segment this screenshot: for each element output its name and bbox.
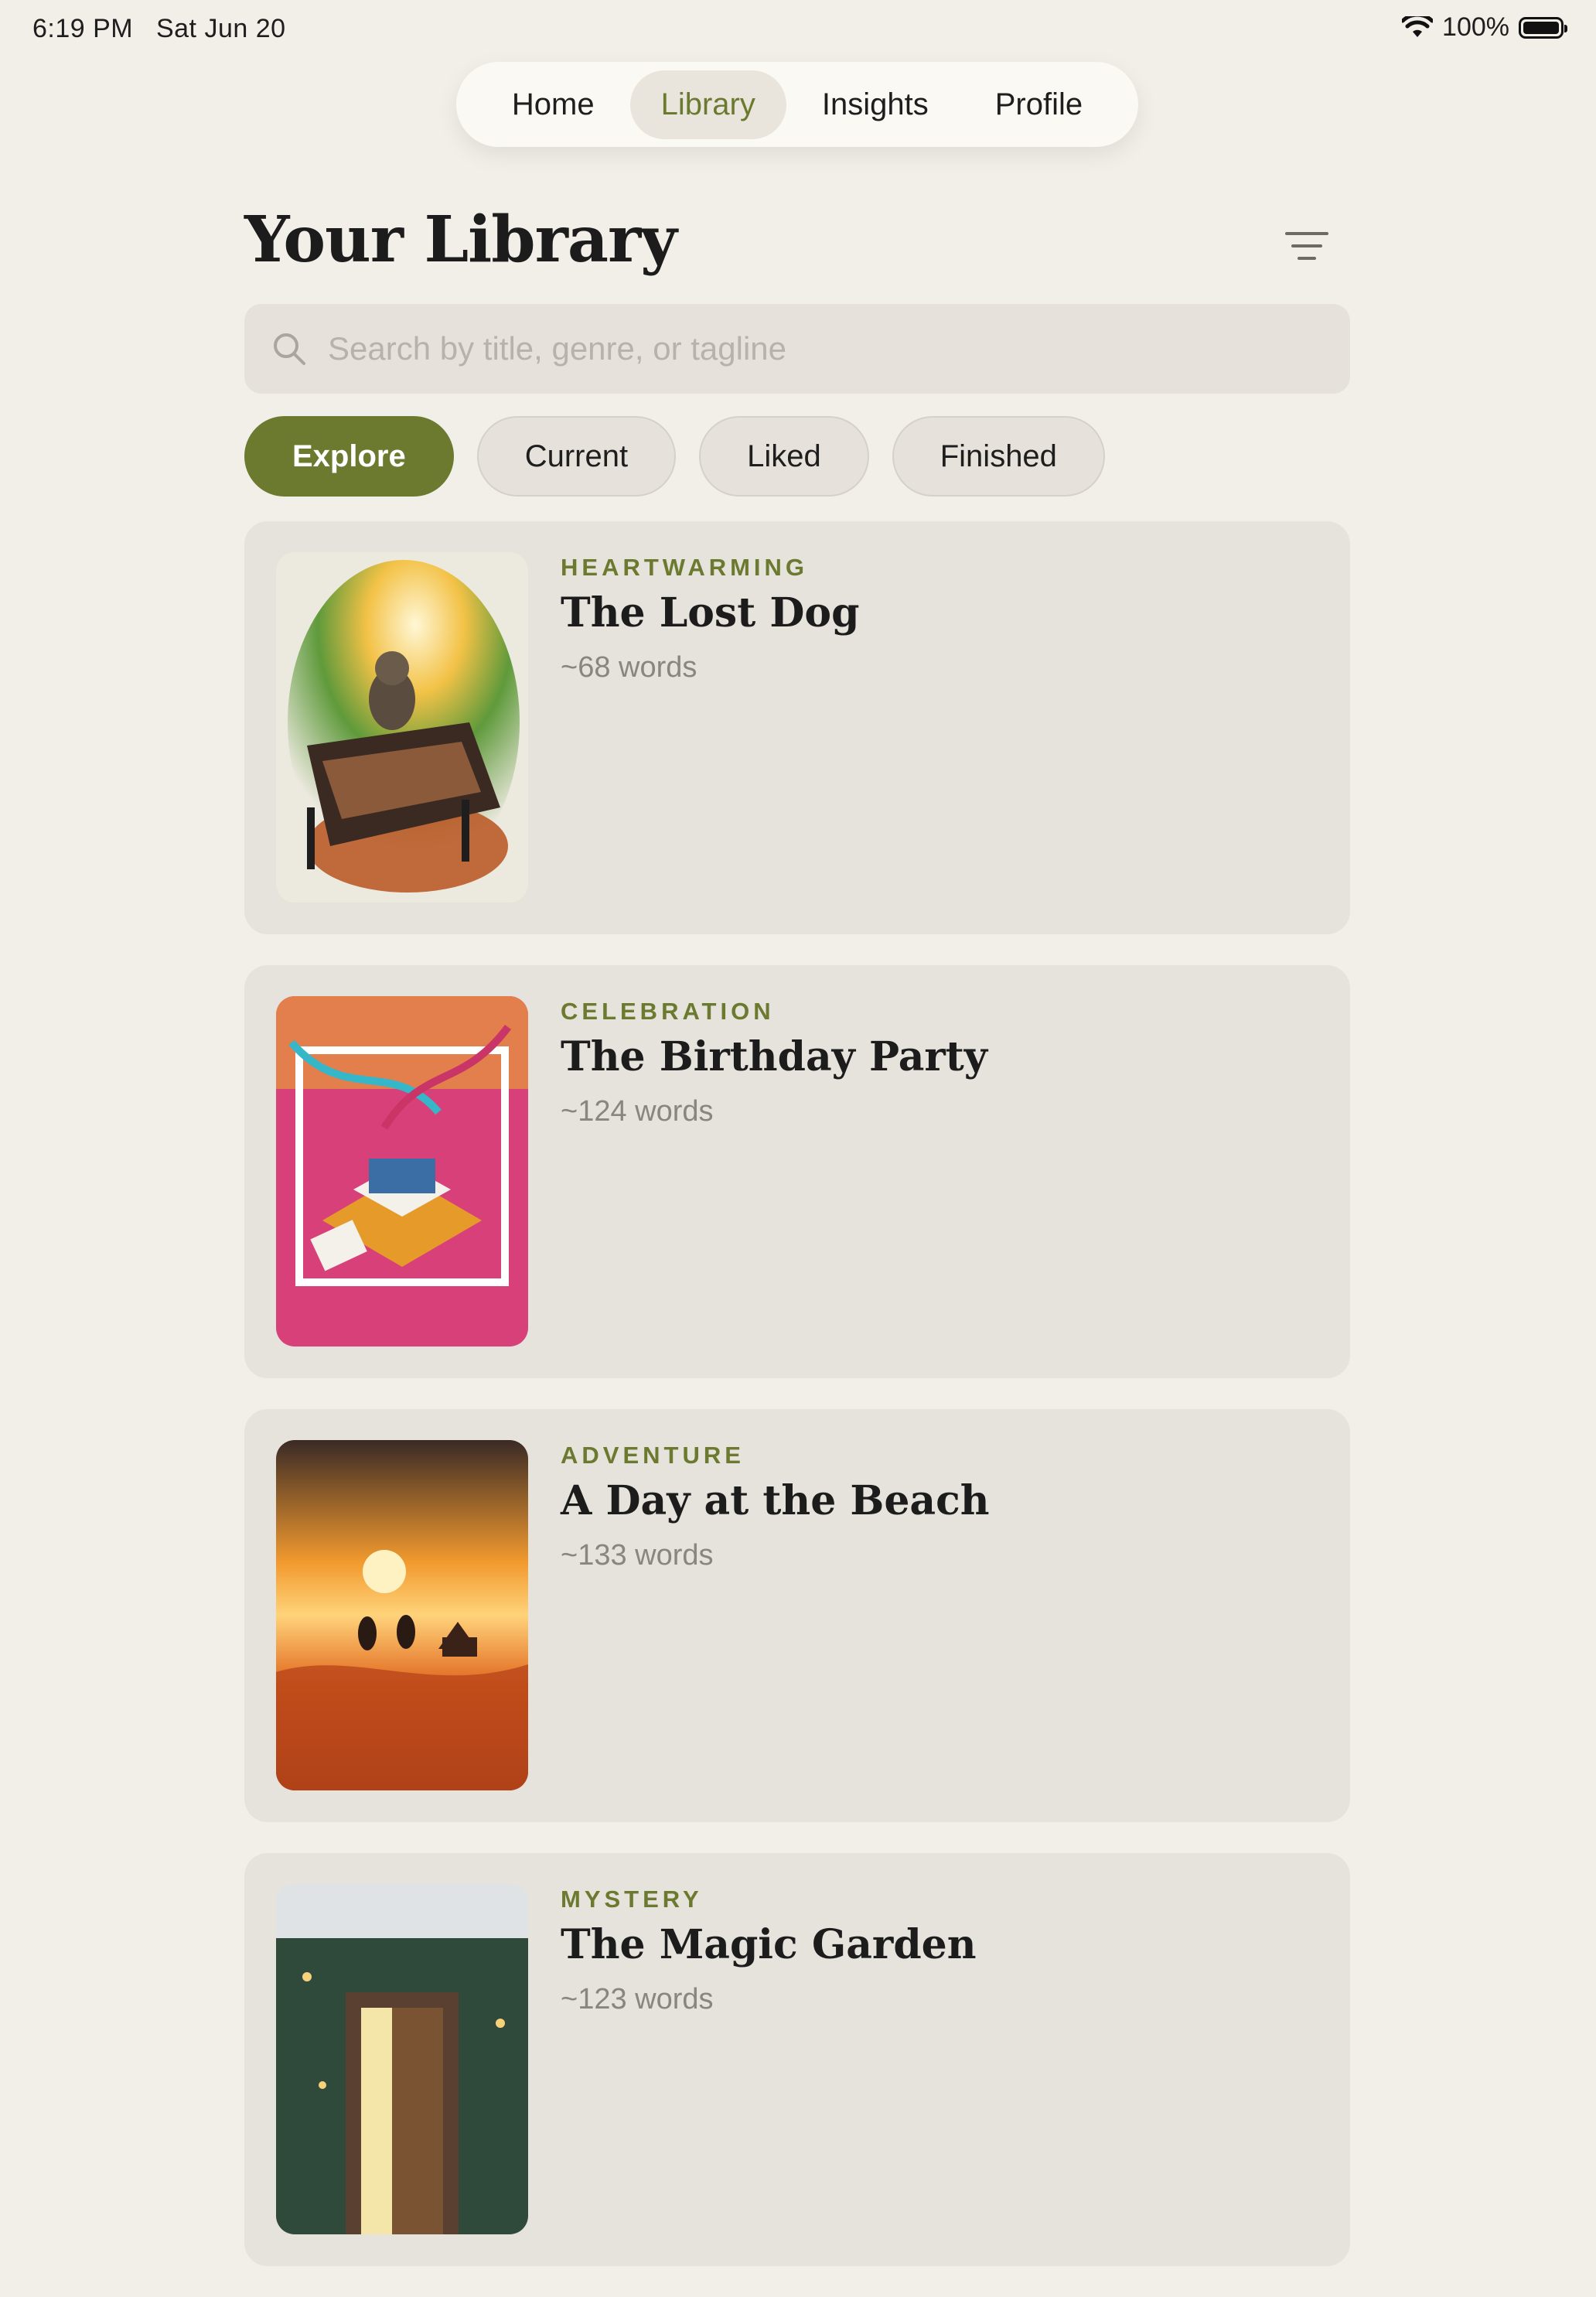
story-title: The Lost Dog [561, 589, 860, 637]
story-cover-image [276, 1884, 528, 2234]
story-word-count: ~68 words [561, 651, 697, 684]
filter-lines-icon[interactable] [1284, 229, 1330, 263]
story-genre: MYSTERY [561, 1886, 703, 1913]
story-word-count: ~133 words [561, 1539, 714, 1572]
search-input[interactable] [326, 329, 1304, 368]
tab-insights[interactable]: Insights [791, 70, 960, 139]
status-date: Sat Jun 20 [155, 14, 286, 43]
story-cover-image [276, 1440, 528, 1790]
search-bar[interactable] [244, 304, 1350, 394]
battery-percent: 100% [1442, 12, 1509, 42]
status-time: 6:19 PM Sat Jun 20 [32, 14, 286, 44]
top-nav: Home Library Insights Profile [456, 62, 1138, 147]
story-cover-image [276, 996, 528, 1346]
story-card[interactable]: CELEBRATION The Birthday Party ~124 word… [244, 965, 1350, 1378]
wifi-icon [1402, 15, 1434, 37]
story-genre: HEARTWARMING [561, 554, 809, 581]
status-indicators: 100% [1402, 12, 1567, 43]
story-title: The Magic Garden [561, 1921, 977, 1968]
story-card[interactable]: HEARTWARMING The Lost Dog ~68 words [244, 521, 1350, 934]
chip-liked[interactable]: Liked [699, 416, 869, 497]
story-list: HEARTWARMING The Lost Dog ~68 words CELE… [244, 521, 1350, 2297]
story-title: The Birthday Party [561, 1033, 988, 1080]
chip-finished[interactable]: Finished [892, 416, 1105, 497]
story-genre: CELEBRATION [561, 998, 775, 1025]
story-word-count: ~123 words [561, 1983, 714, 2015]
tab-profile[interactable]: Profile [964, 70, 1113, 139]
story-genre: ADVENTURE [561, 1442, 745, 1469]
status-clock: 6:19 PM [32, 14, 134, 43]
status-bar: 6:19 PM Sat Jun 20 100% [0, 0, 1596, 62]
page-title: Your Library [244, 203, 677, 277]
chip-current[interactable]: Current [476, 416, 677, 497]
battery-icon [1519, 16, 1567, 39]
tab-library[interactable]: Library [629, 70, 786, 139]
filter-chips: Explore Current Liked Finished [244, 416, 1105, 497]
search-icon [274, 333, 305, 365]
story-title: A Day at the Beach [561, 1477, 990, 1524]
story-word-count: ~124 words [561, 1095, 714, 1128]
chip-explore[interactable]: Explore [244, 416, 454, 497]
story-card[interactable]: ADVENTURE A Day at the Beach ~133 words [244, 1409, 1350, 1822]
tab-home[interactable]: Home [481, 70, 626, 139]
story-card[interactable]: MYSTERY The Magic Garden ~123 words [244, 1853, 1350, 2266]
story-cover-image [276, 552, 528, 903]
